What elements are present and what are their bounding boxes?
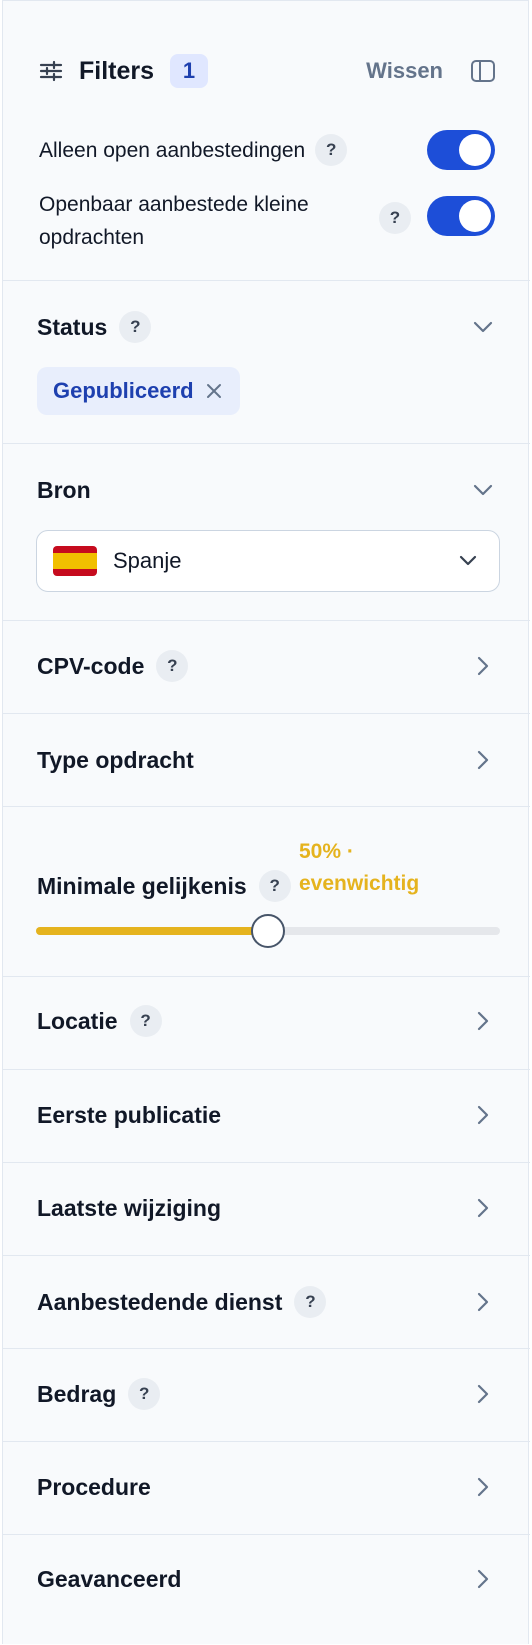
filters-header: Filters 1 Wissen Alleen open aanbestedin…: [3, 1, 530, 281]
section-title: Status: [37, 313, 108, 340]
section-header-aanbestedende-dienst[interactable]: Aanbestedende dienst ?: [37, 1282, 497, 1322]
section-header-procedure[interactable]: Procedure: [37, 1467, 497, 1507]
section-laatste-wijziging[interactable]: Laatste wijziging: [3, 1163, 530, 1256]
section-header-laatste-wijziging[interactable]: Laatste wijziging: [37, 1188, 497, 1228]
source-select[interactable]: Spanje: [36, 530, 500, 592]
chevron-right-icon[interactable]: [469, 1007, 497, 1035]
section-header-eerste-publicatie[interactable]: Eerste publicatie: [37, 1095, 497, 1135]
sliders-icon: [37, 57, 65, 85]
section-title: Aanbestedende dienst: [37, 1288, 283, 1315]
toggle-row-open-tenders: Alleen open aanbestedingen ?: [39, 130, 495, 170]
section-procedure[interactable]: Procedure: [3, 1442, 530, 1535]
help-icon[interactable]: ?: [315, 134, 348, 166]
toggle-knob: [459, 200, 491, 232]
similarity-slider-thumb[interactable]: [251, 914, 285, 948]
similarity-value-label: 50% · evenwichtig: [299, 840, 420, 895]
section-title: Eerste publicatie: [37, 1101, 222, 1128]
help-icon[interactable]: ?: [294, 1286, 327, 1318]
chevron-down-icon[interactable]: [469, 313, 497, 341]
toggle-open-tenders[interactable]: [427, 130, 495, 170]
section-bedrag[interactable]: Bedrag ?: [3, 1349, 530, 1442]
toggle-knob: [459, 134, 491, 166]
chevron-right-icon[interactable]: [469, 1101, 497, 1129]
section-aanbestedende-dienst[interactable]: Aanbestedende dienst ?: [3, 1256, 530, 1349]
section-header-bedrag[interactable]: Bedrag ?: [37, 1374, 497, 1414]
section-title: Type opdracht: [37, 746, 194, 773]
section-status: Status ?: [3, 281, 530, 444]
similarity-slider-track[interactable]: [36, 914, 500, 948]
help-icon[interactable]: ?: [379, 202, 411, 234]
chevron-down-icon[interactable]: [469, 476, 497, 504]
chevron-right-icon[interactable]: [469, 1565, 497, 1593]
section-title: Geavanceerd: [37, 1565, 182, 1592]
toggle-label-small-contracts: Openbaar aanbestede kleine opdrachten: [39, 193, 309, 249]
section-header-geavanceerd[interactable]: Geavanceerd: [37, 1559, 497, 1599]
chevron-right-icon[interactable]: [469, 652, 497, 680]
help-icon[interactable]: ?: [129, 1005, 162, 1037]
filters-header-row: Filters 1 Wissen: [37, 49, 497, 93]
help-icon[interactable]: ?: [119, 311, 152, 343]
section-title: Minimale gelijkenis: [37, 872, 247, 899]
section-title: Procedure: [37, 1473, 151, 1500]
section-type-opdracht[interactable]: Type opdracht: [3, 714, 530, 807]
section-title: Locatie: [37, 1007, 118, 1034]
section-header-type-opdracht[interactable]: Type opdracht: [37, 740, 497, 780]
chevron-right-icon[interactable]: [469, 1473, 497, 1501]
section-header-status[interactable]: Status ?: [37, 307, 497, 347]
chevron-right-icon[interactable]: [469, 1288, 497, 1316]
section-geavanceerd[interactable]: Geavanceerd: [3, 1535, 530, 1645]
chip-label: Gepubliceerd: [53, 378, 194, 403]
section-cpv-code[interactable]: CPV-code ?: [3, 621, 530, 714]
source-select-value: Spanje: [113, 548, 182, 573]
filters-panel: Filters 1 Wissen Alleen open aanbestedin…: [2, 0, 530, 1645]
section-title: Laatste wijziging: [37, 1194, 222, 1221]
status-chip-published[interactable]: Gepubliceerd: [37, 367, 240, 415]
section-title: Bedrag: [37, 1380, 117, 1407]
help-icon[interactable]: ?: [128, 1378, 161, 1410]
section-header-locatie[interactable]: Locatie ?: [37, 1001, 497, 1041]
section-eerste-publicatie[interactable]: Eerste publicatie: [3, 1070, 530, 1163]
chevron-right-icon[interactable]: [469, 1380, 497, 1408]
section-header-bron[interactable]: Bron: [37, 470, 497, 510]
toggle-label-open-tenders: Alleen open aanbestedingen: [39, 138, 306, 162]
panel-toggle-icon[interactable]: [469, 57, 497, 85]
toggle-small-contracts[interactable]: [427, 196, 495, 236]
close-icon[interactable]: [204, 381, 224, 401]
filters-title: Filters: [79, 56, 155, 85]
section-title: CPV-code: [37, 652, 145, 679]
section-locatie[interactable]: Locatie ?: [3, 977, 530, 1070]
similarity-slider-fill: [36, 927, 268, 935]
active-filter-count-badge: 1: [170, 54, 209, 88]
spain-flag-icon: [53, 546, 97, 576]
chevron-down-icon: [455, 548, 481, 574]
help-icon[interactable]: ?: [258, 870, 291, 902]
section-header-cpv-code[interactable]: CPV-code ?: [37, 646, 497, 686]
clear-filters-button[interactable]: Wissen: [366, 58, 443, 84]
section-title: Bron: [37, 476, 91, 503]
chevron-right-icon[interactable]: [469, 1194, 497, 1222]
toggle-row-small-contracts: Openbaar aanbestede kleine opdrachten ?: [39, 185, 495, 257]
help-icon[interactable]: ?: [156, 650, 189, 682]
chevron-right-icon[interactable]: [469, 746, 497, 774]
